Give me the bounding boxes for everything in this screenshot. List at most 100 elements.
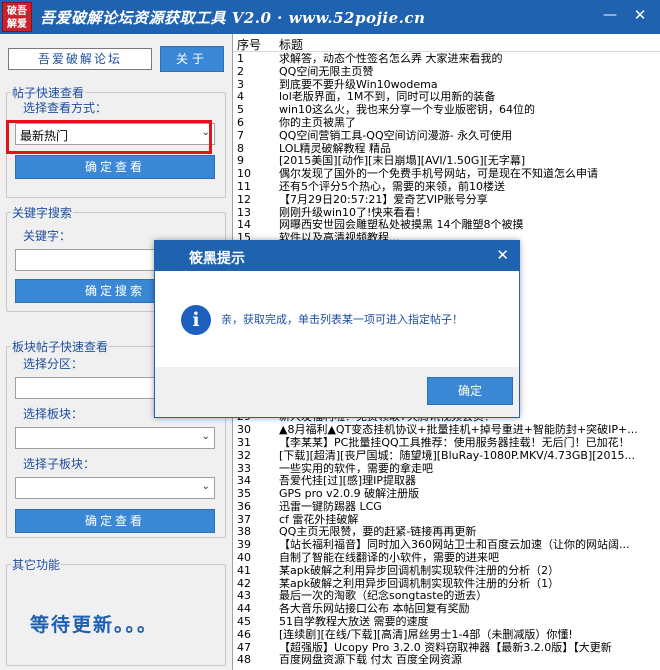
- list-item-title: 百度网盘资源下载 付太 百度全网资源: [279, 654, 462, 667]
- list-item-title: cf 雷花外挂破解: [279, 513, 359, 526]
- chevron-down-icon: ⌄: [201, 431, 210, 442]
- list-item-title: 各大音乐网站接口公布 本帖回复有奖励: [279, 603, 470, 616]
- zone-label: 选择分区：: [23, 357, 84, 371]
- list-item-title: 【7月29日20:57:21】爱奇艺VIP账号分享: [279, 193, 488, 206]
- list-item[interactable]: 1 求解答，动态个性签名怎么弄 大家进来看我的: [233, 52, 660, 66]
- list-item[interactable]: 40 自制了智能在线翻译的小软件，需要的进来吧: [233, 551, 660, 565]
- minimize-button[interactable]: —: [598, 4, 622, 26]
- dialog-title: 筱黑提示: [189, 251, 245, 267]
- list-item[interactable]: 46 [连续剧][在线/下载][高清]屌丝男士1-4部（未删减版）你懂!: [233, 627, 660, 642]
- other-functions-group-title: 其它功能: [11, 556, 62, 573]
- list-item-title: 你的主页被黑了: [279, 116, 356, 129]
- list-item-title: [连续剧][在线/下载][高清]屌丝男士1-4部（未删减版）你懂!: [279, 628, 573, 641]
- list-item[interactable]: 35 GPS pro v2.0.9 破解注册版: [233, 487, 660, 501]
- list-item-title: 吾爱代挂[过][感]理IP提取器: [279, 475, 417, 488]
- list-item[interactable]: 4 lol老版界面，1M不到，同时可以用新的装备: [233, 91, 660, 104]
- list-item[interactable]: 42 某apk破解之利用异步回调机制实现软件注册的分析（1）: [233, 577, 660, 591]
- list-item-title: 网曝西安世园会雕塑私处被摸黑 14个雕塑8个被摸: [279, 219, 524, 232]
- list-item-title: 【李某某】PC批量挂QQ工具推荐：使用服务器挂载！无后门！已加花！: [279, 436, 630, 449]
- list-item-seq: 6: [237, 115, 244, 129]
- list-item[interactable]: 39 【站长福利福音】同时加入360网站卫士和百度云加速（让你的网站阔...: [233, 538, 660, 552]
- quick-view-confirm-button[interactable]: 确定查看: [15, 155, 215, 179]
- list-item-title: QQ主页无限赞，要的赶紧-链接再再更新: [279, 526, 477, 539]
- list-item-title: ▲8月福利▲QT变态挂机协议+批量挂机+掉号重进+智能防封+突破IP+...: [279, 424, 638, 437]
- list-item-title: 【超强版】Ucopy Pro 3.2.0 资料窃取神器【最新3.2.0版】【大更…: [279, 641, 612, 654]
- list-item[interactable]: 32 [下载][超清][丧尸国城：随望境][BluRay-1080P.MKV/4.…: [233, 449, 660, 463]
- list-item-title: [2015美国][动作][末日崩塌][AVI/1.50G][无字幕]: [279, 155, 526, 168]
- list-item[interactable]: 31 【李某某】PC批量挂QQ工具推荐：使用服务器挂载！无后门！已加花！: [233, 436, 660, 450]
- list-item-seq: 36: [237, 499, 251, 513]
- list-item[interactable]: 14 网曝西安世园会雕塑私处被摸黑 14个雕塑8个被摸: [233, 219, 660, 232]
- list-item-title: 某apk破解之利用异步回调机制实现软件注册的分析（2）: [279, 564, 560, 577]
- list-item-title: 迅雷一键防踢器 LCG: [279, 500, 382, 513]
- column-header-title[interactable]: 标题: [279, 36, 303, 53]
- waiting-update-text: 等待更新。。。: [30, 614, 159, 636]
- logo-text-bottom: 解爱: [7, 19, 27, 30]
- list-item[interactable]: 2 QQ空间无限主页赞: [233, 64, 660, 79]
- list-item[interactable]: 37 cf 雷花外挂破解: [233, 513, 660, 527]
- dialog-body: i 亲，获取完成，单击列表某一项可进入指定帖子！: [155, 271, 519, 367]
- subboard-label: 选择子板块：: [23, 457, 96, 471]
- subboard-select[interactable]: ⌄: [15, 477, 215, 499]
- list-item[interactable]: 12 【7月29日20:57:21】爱奇艺VIP账号分享: [233, 192, 660, 207]
- list-item-seq: 2: [237, 64, 244, 78]
- board-label: 选择板块：: [23, 407, 84, 421]
- dialog-close-icon[interactable]: ✕: [496, 246, 509, 264]
- keyword-label: 关键字：: [23, 229, 72, 243]
- list-item[interactable]: 36 迅雷一键防踢器 LCG: [233, 499, 660, 514]
- list-item-seq: 7: [237, 128, 244, 142]
- board-select[interactable]: ⌄: [15, 427, 215, 449]
- list-item-title: 刚刚升级win10了!快来看看！: [279, 206, 427, 219]
- list-item-title: win10这么火，我也来分享一个专业版密钥，64位的: [279, 104, 536, 117]
- list-item[interactable]: 41 某apk破解之利用异步回调机制实现软件注册的分析（2）: [233, 563, 660, 578]
- list-item-seq: 1: [237, 52, 244, 65]
- list-item[interactable]: 9 [2015美国][动作][末日崩塌][AVI/1.50G][无字幕]: [233, 155, 660, 168]
- keyword-search-group-title: 关键字搜索: [11, 204, 74, 221]
- column-header-seq[interactable]: 序号: [237, 36, 261, 53]
- list-item-title: LOL精灵破解教程 精品: [279, 142, 392, 155]
- list-item-title: 到底要不要升级Win10wodema: [279, 78, 438, 91]
- list-item[interactable]: 30 ▲8月福利▲QT变态挂机协议+批量挂机+掉号重进+智能防封+突破IP+...: [233, 423, 660, 437]
- list-item-title: 还有5个评分5个热心，需要的来领，前10楼送: [279, 180, 505, 193]
- chevron-down-icon: ⌄: [201, 481, 210, 492]
- list-item[interactable]: 11 还有5个评分5个热心，需要的来领，前10楼送: [233, 179, 660, 194]
- list-item-title: 偶尔发现了国外的一个免费手机号网站，可是现在不知道怎么申请: [279, 168, 598, 181]
- list-item-title: QQ空间无限主页赞: [279, 65, 374, 78]
- message-dialog: 筱黑提示 ✕ i 亲，获取完成，单击列表某一项可进入指定帖子！ 确定: [154, 240, 520, 418]
- board-view-confirm-button[interactable]: 确定查看: [15, 509, 215, 533]
- list-item-seq: 35: [237, 487, 251, 501]
- list-item-seq: 11: [237, 179, 251, 193]
- about-button[interactable]: 关于: [160, 46, 224, 72]
- view-mode-label: 选择查看方式：: [23, 101, 108, 115]
- list-item-seq: 46: [237, 627, 251, 641]
- list-item-seq: 12: [237, 192, 251, 206]
- list-item-seq: 41: [237, 563, 251, 577]
- list-item[interactable]: 8 LOL精灵破解教程 精品: [233, 142, 660, 156]
- list-item[interactable]: 34 吾爱代挂[过][感]理IP提取器: [233, 474, 660, 488]
- info-icon: i: [181, 305, 211, 335]
- list-item[interactable]: 48 百度网盘资源下载 付太 百度全网资源: [233, 654, 660, 667]
- ok-button[interactable]: 确定: [427, 377, 513, 405]
- list-item-seq: 45: [237, 615, 251, 629]
- highlight-box: [6, 120, 212, 154]
- list-item[interactable]: 33 一些实用的软件，需要的拿走吧: [233, 462, 660, 476]
- list-item[interactable]: 6 你的主页被黑了: [233, 115, 660, 130]
- list-item-seq: 30: [237, 423, 251, 437]
- list-item[interactable]: 44 各大音乐网站接口公布 本帖回复有奖励: [233, 602, 660, 616]
- list-item[interactable]: 13 刚刚升级win10了!快来看看！: [233, 206, 660, 220]
- list-item[interactable]: 10 偶尔发现了国外的一个免费手机号网站，可是现在不知道怎么申请: [233, 167, 660, 181]
- list-item[interactable]: 3 到底要不要升级Win10wodema: [233, 78, 660, 92]
- list-item-seq: 40: [237, 551, 251, 565]
- dialog-message: 亲，获取完成，单击列表某一项可进入指定帖子！: [221, 313, 463, 326]
- list-item-title: 求解答，动态个性签名怎么弄 大家进来看我的: [279, 53, 503, 65]
- list-item[interactable]: 47 【超强版】Ucopy Pro 3.2.0 资料窃取神器【最新3.2.0版】【…: [233, 641, 660, 655]
- list-item[interactable]: 5 win10这么火，我也来分享一个专业版密钥，64位的: [233, 103, 660, 117]
- window-title: 吾爱破解论坛资源获取工具 V2.0 · www.52pojie.cn: [40, 9, 426, 27]
- list-item-title: 某apk破解之利用异步回调机制实现软件注册的分析（1）: [279, 577, 560, 590]
- board-view-group-title: 板块帖子快速查看: [11, 338, 110, 355]
- close-button[interactable]: ✕: [628, 4, 652, 26]
- list-item[interactable]: 7 QQ空间营销工具-QQ空间访问漫游- 永久可使用: [233, 128, 660, 143]
- list-item[interactable]: 43 最后一次的淘歌（纪念songtaste的逝去）: [233, 590, 660, 603]
- list-item[interactable]: 38 QQ主页无限赞，要的赶紧-链接再再更新: [233, 526, 660, 539]
- list-item[interactable]: 45 51自学教程大放送 需要的速度: [233, 615, 660, 629]
